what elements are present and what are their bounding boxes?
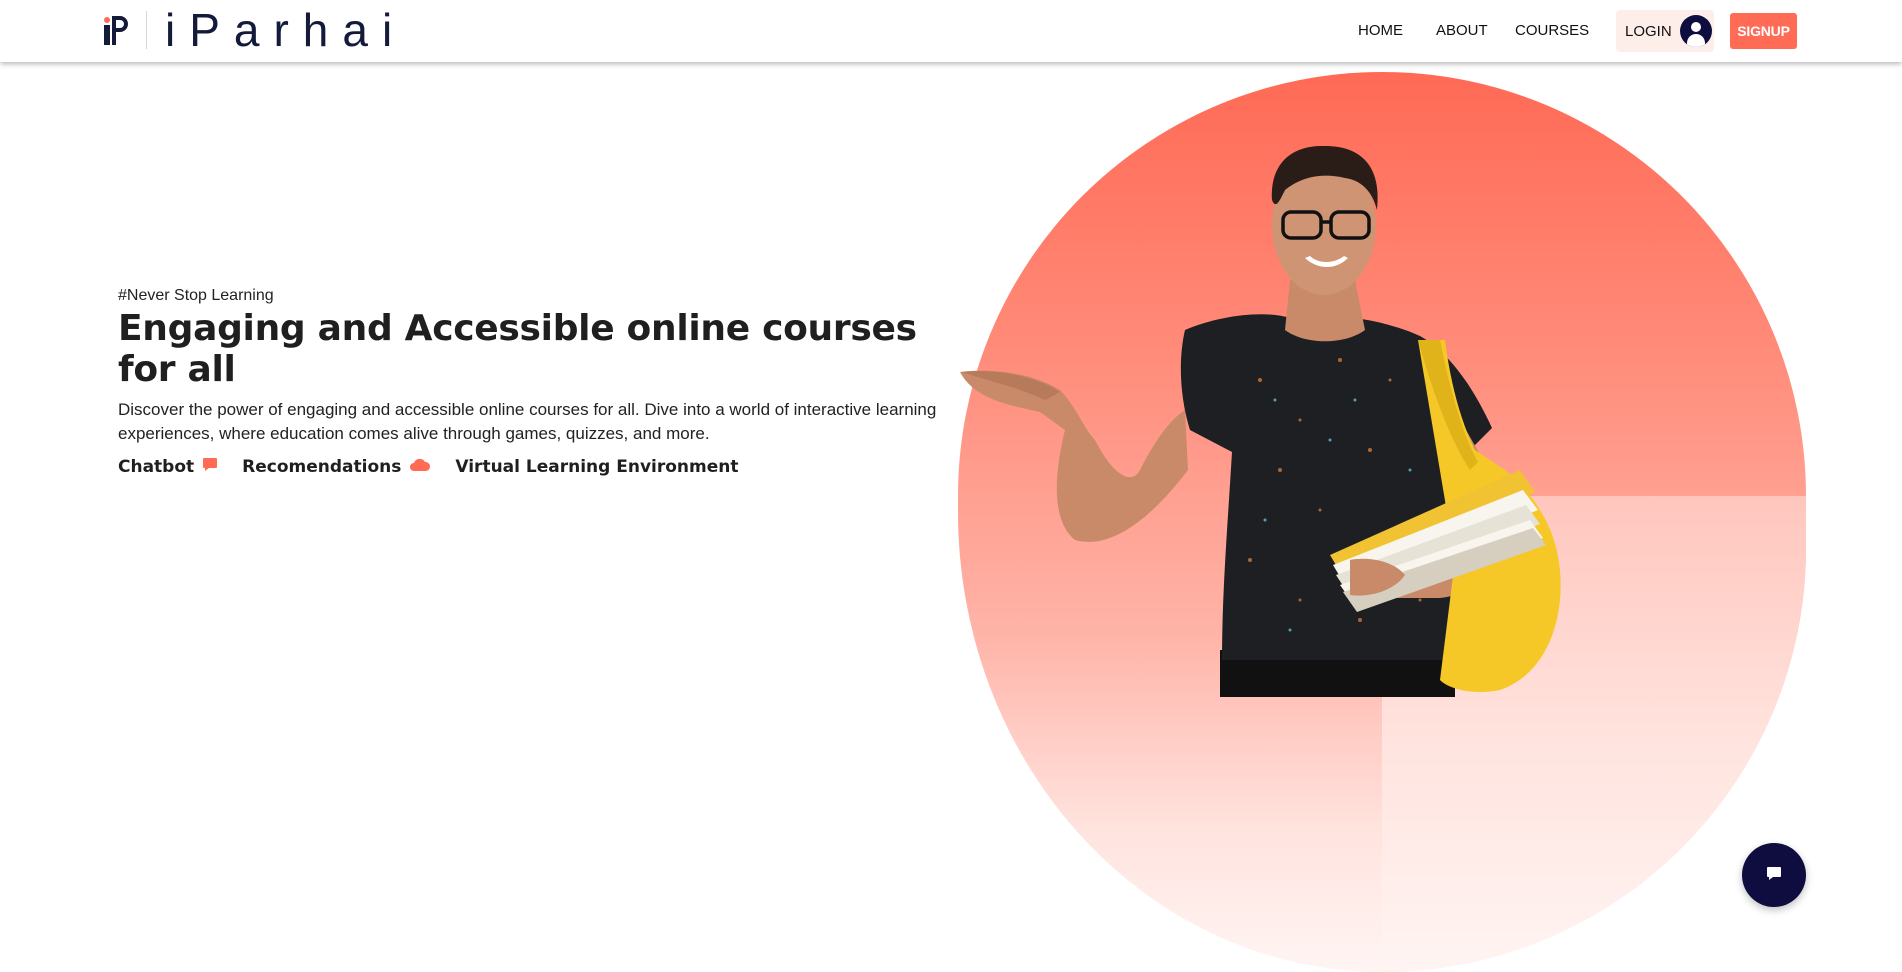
feature-recommendations: Recomendations	[242, 457, 431, 477]
hero-shape-flat	[1382, 496, 1806, 972]
cloud-icon	[409, 457, 431, 477]
hero-description: Discover the power of engaging and acces…	[118, 400, 937, 443]
chat-fab-button[interactable]	[1742, 843, 1806, 907]
nav-home[interactable]: HOME	[1358, 22, 1403, 39]
user-avatar-icon	[1679, 15, 1712, 47]
feature-list: Chatbot Recomendations Virtual Learning …	[118, 456, 763, 477]
chat-icon	[1766, 865, 1782, 885]
hero-headline: Engaging and Accessible online courses f…	[118, 308, 917, 390]
brand-name: iParhai	[165, 4, 407, 56]
site-header: iParhai HOME ABOUT COURSES LOGIN SIGNUP	[0, 0, 1902, 62]
feature-label: Recomendations	[242, 456, 402, 477]
hero-background-shape	[958, 72, 1806, 972]
feature-chatbot: Chatbot	[118, 456, 218, 477]
login-label: LOGIN	[1625, 22, 1672, 40]
nav-courses[interactable]: COURSES	[1515, 22, 1589, 39]
logo-mark-icon	[100, 11, 130, 49]
feature-label: Chatbot	[118, 456, 195, 477]
feature-label: Virtual Learning Environment	[455, 456, 739, 477]
signup-button[interactable]: SIGNUP	[1730, 13, 1797, 49]
hero-tagline: #Never Stop Learning	[118, 287, 274, 304]
brand-logo[interactable]: iParhai	[100, 4, 407, 56]
nav-about[interactable]: ABOUT	[1436, 22, 1488, 39]
login-button[interactable]: LOGIN	[1616, 10, 1714, 52]
feature-virtual-learning: Virtual Learning Environment	[455, 457, 738, 477]
chat-icon	[202, 456, 218, 477]
logo-divider	[146, 11, 147, 49]
